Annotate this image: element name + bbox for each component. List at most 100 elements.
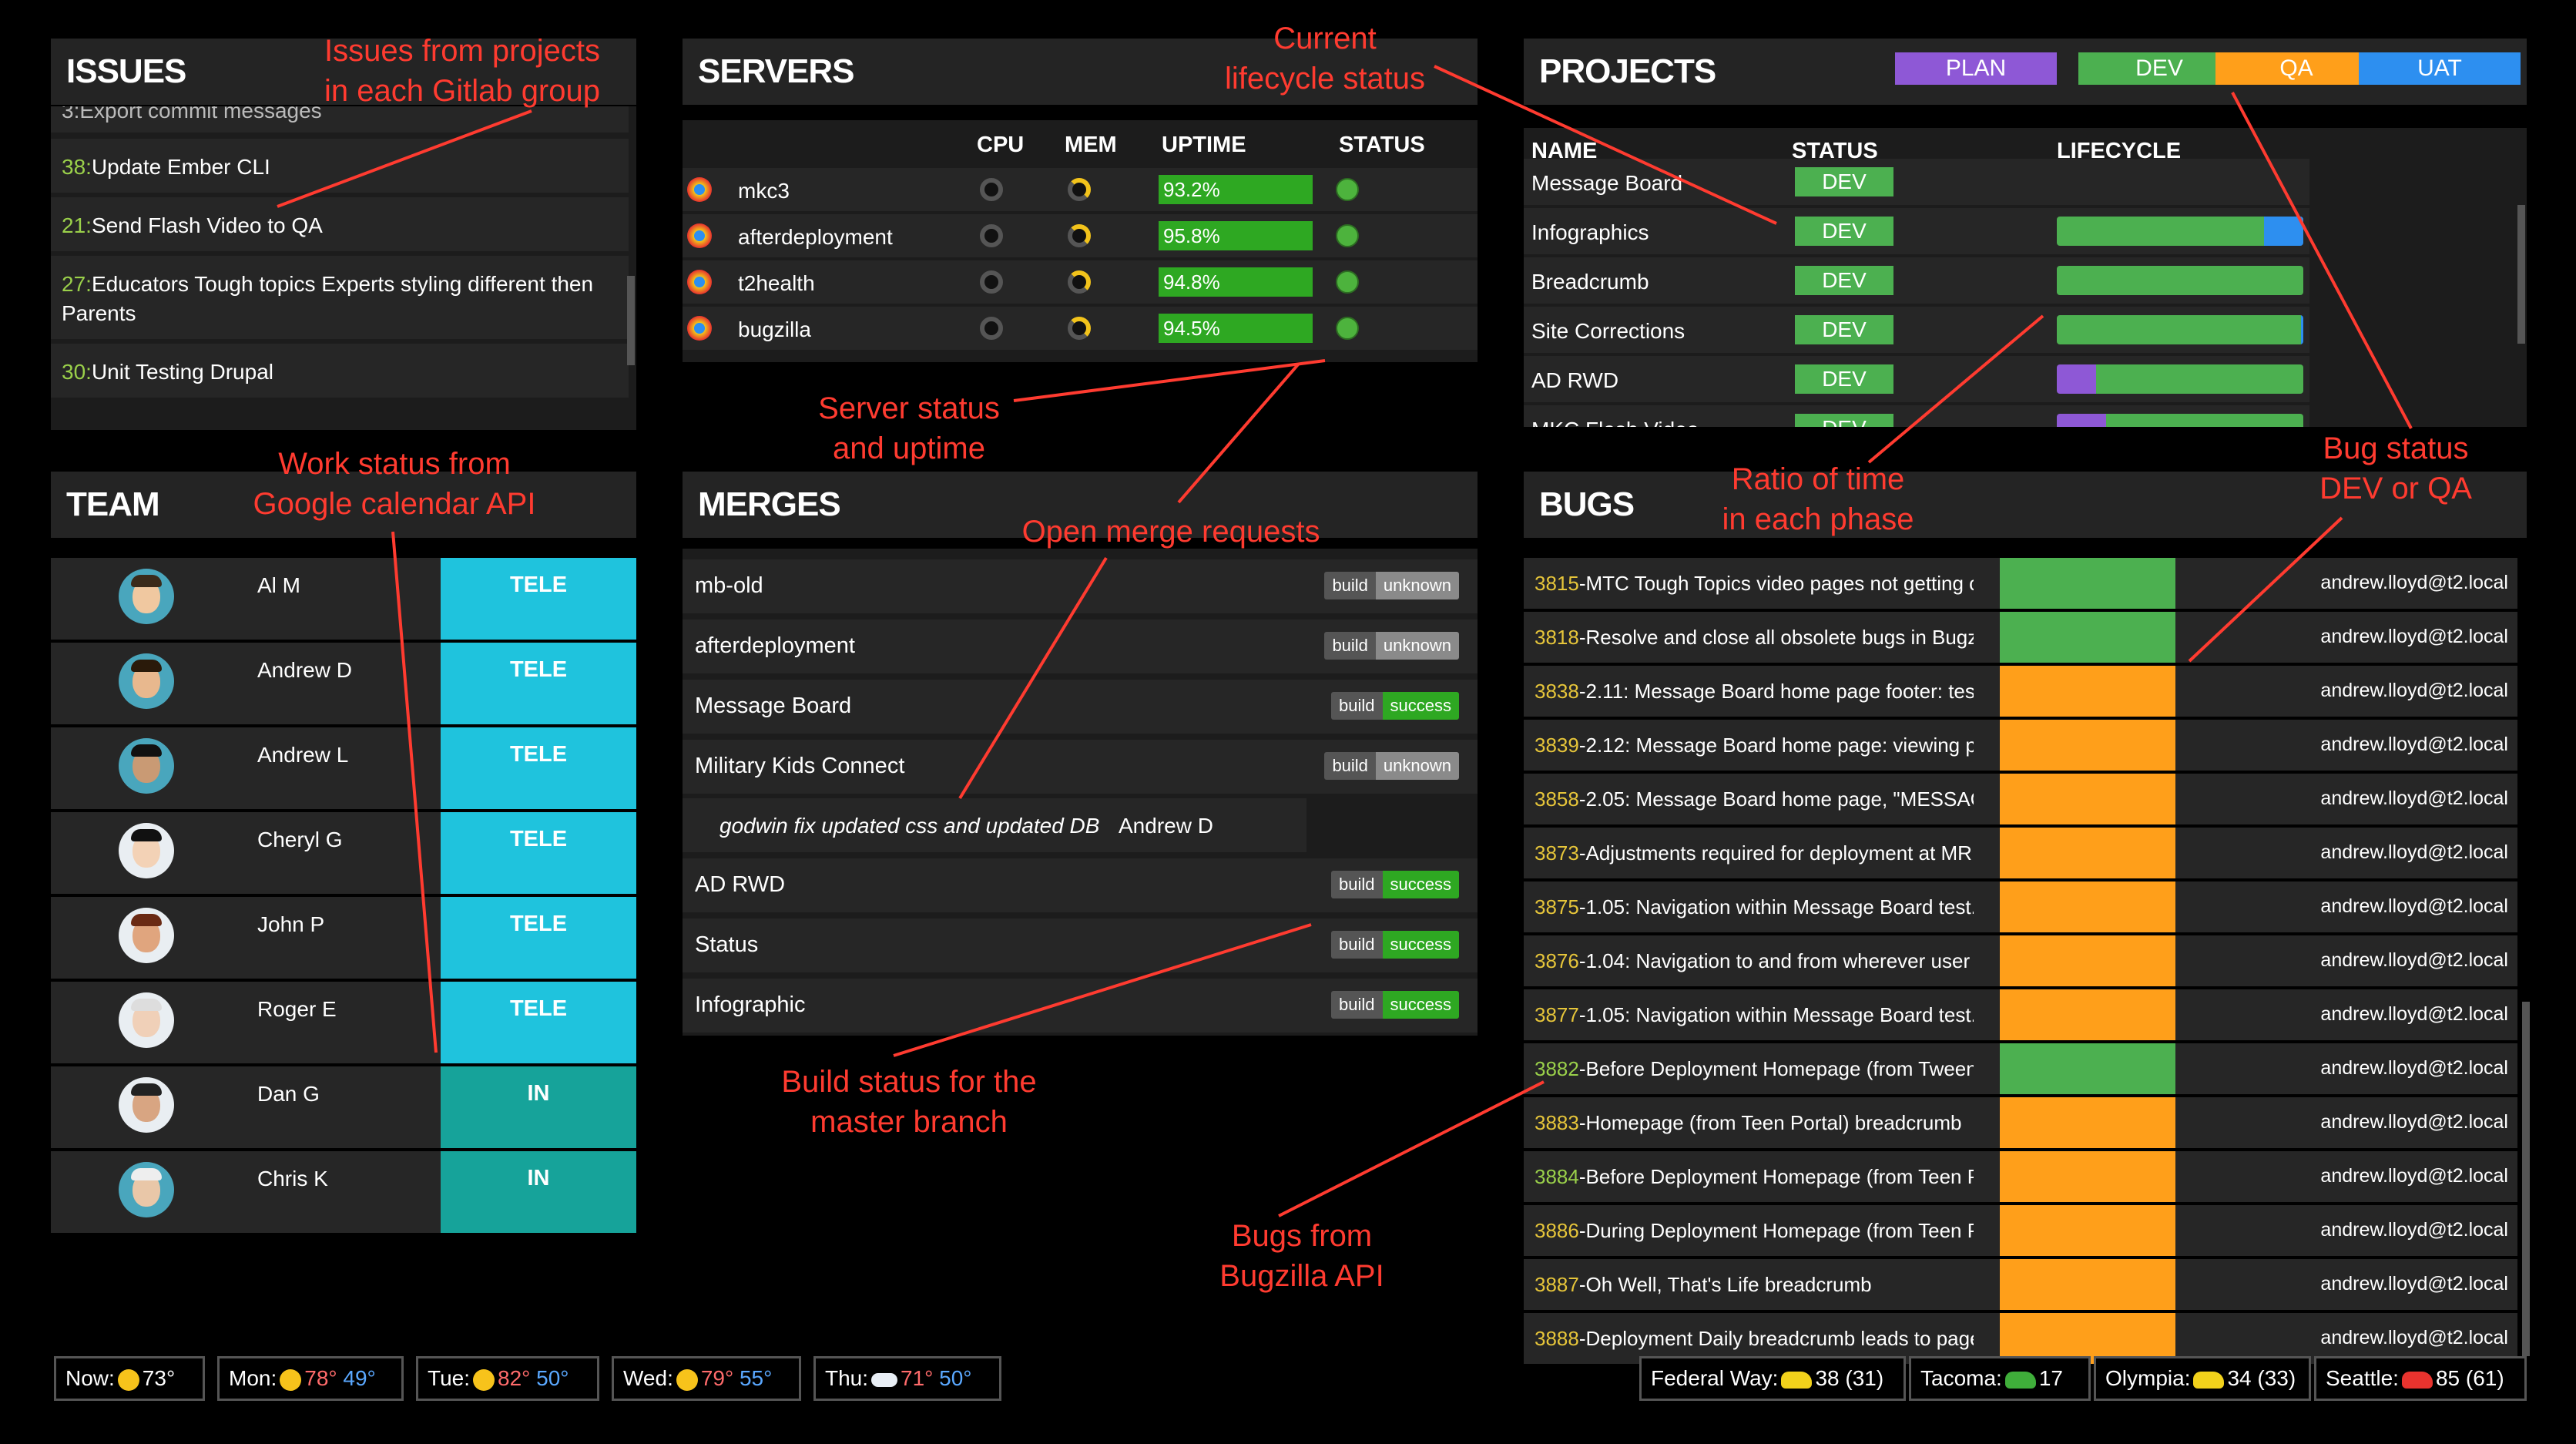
annotation-bugs: Bugs from Bugzilla API: [1219, 1219, 1384, 1293]
merge-name: Infographic: [695, 992, 806, 1017]
bug-title: -Adjustments required for deployment at …: [1578, 841, 1974, 865]
bug-assignee: andrew.lloyd@t2.local: [2320, 626, 2508, 647]
team-member-row[interactable]: Andrew L TELE: [51, 727, 636, 809]
build-label: build: [1331, 991, 1383, 1019]
issue-item[interactable]: 21:Send Flash Video to QA: [51, 197, 629, 251]
project-row[interactable]: Message Board DEV: [1524, 159, 2309, 205]
team-member-row[interactable]: John P TELE: [51, 897, 636, 979]
avatar: [119, 1077, 174, 1133]
bug-title: -1.05: Navigation within Message Board t…: [1578, 895, 1974, 918]
merge-commit-author: Andrew D: [1119, 814, 1213, 838]
bug-row[interactable]: 3838-2.11: Message Board home page foote…: [1524, 666, 2517, 717]
team-member-row[interactable]: Chris K IN: [51, 1151, 636, 1233]
mem-gauge: [1068, 178, 1091, 201]
server-name: t2health: [738, 271, 815, 295]
team-member-row[interactable]: Roger E TELE: [51, 982, 636, 1063]
bug-row[interactable]: 3882-Before Deployment Homepage (from Tw…: [1524, 1043, 2517, 1094]
car-icon: [1781, 1371, 1813, 1389]
lifecycle-dev-segment: [2057, 266, 2303, 295]
globe-icon: [687, 270, 712, 294]
project-row[interactable]: MKC Flash Video DEV: [1524, 405, 2309, 427]
bug-row[interactable]: 3858-2.05: Message Board home page, "MES…: [1524, 774, 2517, 824]
team-member-row[interactable]: Cheryl G TELE: [51, 812, 636, 894]
build-label: build: [1324, 752, 1376, 780]
bug-row[interactable]: 3886-During Deployment Homepage (from Te…: [1524, 1205, 2517, 1256]
bugs-scrollbar[interactable]: [2522, 1002, 2530, 1356]
project-row[interactable]: Infographics DEV: [1524, 208, 2309, 254]
server-row[interactable]: afterdeployment 95.8%: [683, 214, 1478, 257]
bug-row[interactable]: 3815-MTC Tough Topics video pages not ge…: [1524, 558, 2517, 609]
bug-row[interactable]: 3887-Oh Well, That's Life breadcrumb andr…: [1524, 1259, 2517, 1310]
legend-plan: PLAN: [1895, 52, 2057, 85]
weather-day: Now:: [65, 1366, 115, 1390]
bug-title: -Homepage (from Teen Portal) breadcrumb: [1578, 1111, 1962, 1134]
bug-title: -2.12: Message Board home page: viewing …: [1578, 734, 1974, 757]
merge-row[interactable]: mb-old build unknown: [683, 559, 1478, 613]
bug-row[interactable]: 3884-Before Deployment Homepage (from Te…: [1524, 1151, 2517, 1202]
issue-item[interactable]: 30:Unit Testing Drupal: [51, 344, 629, 398]
avatar-hair: [131, 829, 162, 841]
bug-id: 3818: [1535, 626, 1579, 649]
projects-scrollbar[interactable]: [2517, 205, 2525, 344]
weather-box: Wed: 79° 55°: [612, 1356, 801, 1401]
team-member-row[interactable]: Al M TELE: [51, 558, 636, 640]
avatar: [119, 1162, 174, 1217]
bug-assignee: andrew.lloyd@t2.local: [2320, 572, 2508, 593]
annotation-merge: Open merge requests: [1021, 515, 1320, 549]
project-row[interactable]: AD RWD DEV: [1524, 356, 2309, 402]
bug-row[interactable]: 3875-1.05: Navigation within Message Boa…: [1524, 882, 2517, 932]
server-row[interactable]: mkc3 93.2%: [683, 168, 1478, 211]
weather-high: 82°: [498, 1366, 531, 1390]
team-status: TELE: [441, 727, 636, 809]
avatar: [119, 908, 174, 963]
bug-row[interactable]: 3877-1.05: Navigation within Message Boa…: [1524, 989, 2517, 1040]
project-row[interactable]: Site Corrections DEV: [1524, 307, 2309, 353]
cpu-gauge: [980, 178, 1003, 201]
server-row[interactable]: t2health 94.8%: [683, 260, 1478, 304]
bug-row[interactable]: 3818-Resolve and close all obsolete bugs…: [1524, 612, 2517, 663]
bug-text: 3818-Resolve and close all obsolete bugs…: [1535, 626, 1974, 650]
bug-row[interactable]: 3873-Adjustments required for deployment…: [1524, 828, 2517, 878]
issue-item[interactable]: 38:Update Ember CLI: [51, 139, 629, 193]
merge-name: Status: [695, 932, 759, 957]
bug-status-bar: [2000, 612, 2175, 663]
servers-header-status: STATUS: [1339, 133, 1425, 157]
annotation-bug-status: Bug status DEV or QA: [2319, 432, 2472, 505]
merge-row[interactable]: Status build success: [683, 918, 1478, 972]
weather-box: Tue: 82° 50°: [416, 1356, 599, 1401]
issue-item[interactable]: 27:Educators Tough topics Experts stylin…: [51, 256, 629, 339]
project-status-badge: DEV: [1795, 315, 1893, 344]
bug-row[interactable]: 3876-1.04: Navigation to and from wherev…: [1524, 935, 2517, 986]
merge-row[interactable]: AD RWD build success: [683, 858, 1478, 912]
project-row[interactable]: Breadcrumb DEV: [1524, 257, 2309, 304]
project-status-badge: DEV: [1795, 266, 1893, 295]
merge-row[interactable]: Message Board build success: [683, 680, 1478, 734]
car-icon: [2193, 1371, 2225, 1389]
bug-id: 3873: [1535, 841, 1579, 865]
merge-row[interactable]: afterdeployment build unknown: [683, 620, 1478, 673]
bug-status-bar: [2000, 1151, 2175, 1202]
bug-row[interactable]: 3839-2.12: Message Board home page: view…: [1524, 720, 2517, 771]
bug-title: -Deployment Daily breadcrumb leads to pa…: [1578, 1327, 1974, 1350]
team-member-row[interactable]: Andrew D TELE: [51, 643, 636, 724]
weather-low: 50°: [939, 1366, 972, 1390]
merge-row[interactable]: Military Kids Connect build unknown: [683, 740, 1478, 794]
server-row[interactable]: bugzilla 94.5%: [683, 307, 1478, 350]
avatar-hair: [131, 744, 162, 757]
merge-commit-row[interactable]: godwin fix updated css and updated DB An…: [683, 798, 1306, 852]
lifecycle-bar: [2057, 315, 2303, 344]
bug-row[interactable]: 3883-Homepage (from Teen Portal) breadcr…: [1524, 1097, 2517, 1148]
merge-row[interactable]: Infographic build success: [683, 979, 1478, 1033]
weather-day: Wed:: [623, 1366, 673, 1390]
bug-text: 3888-Deployment Daily breadcrumb leads t…: [1535, 1327, 1974, 1351]
status-ok-icon: [1336, 178, 1359, 201]
bug-text: 3858-2.05: Message Board home page, "MES…: [1535, 787, 1974, 811]
issue-cut-label: 3:Export commit messages: [62, 106, 322, 123]
traffic-value: 17: [2038, 1366, 2063, 1390]
team-member-name: Chris K: [257, 1167, 328, 1190]
bug-text: 3838-2.11: Message Board home page foote…: [1535, 680, 1974, 704]
traffic-box: Olympia: 34 (33): [2094, 1356, 2311, 1401]
weather-day: Mon:: [229, 1366, 277, 1390]
issues-scrollbar[interactable]: [627, 276, 635, 365]
team-member-row[interactable]: Dan G IN: [51, 1066, 636, 1148]
